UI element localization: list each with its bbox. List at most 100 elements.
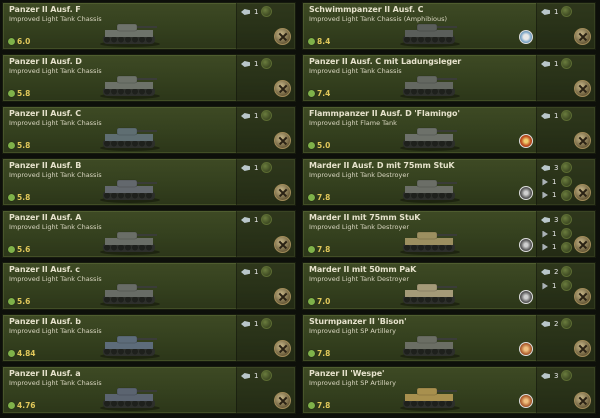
crossed-guns-icon[interactable] — [574, 28, 591, 45]
production-cost-icon — [308, 246, 315, 253]
crossed-guns-icon[interactable] — [574, 288, 591, 305]
production-cost: 7.8 — [308, 193, 330, 202]
unit-chassis: Improved Light Tank Chassis — [9, 15, 102, 23]
unit-card[interactable]: Panzer II Ausf. D Improved Light Tank Ch… — [2, 54, 296, 102]
tank-illustration — [395, 69, 465, 101]
production-cost-icon — [8, 194, 15, 201]
crossed-guns-icon[interactable] — [274, 28, 291, 45]
unit-name: Panzer II 'Wespe' — [309, 369, 385, 378]
production-cost-icon — [308, 142, 315, 149]
tank-image — [400, 231, 460, 255]
unit-name: Panzer II Ausf. a — [9, 369, 81, 378]
unit-card[interactable]: Panzer II Ausf. c Improved Light Tank Ch… — [2, 262, 296, 310]
crossed-guns-icon[interactable] — [274, 392, 291, 409]
equipment-count: 1 — [552, 230, 557, 238]
equipment-count: 1 — [254, 268, 259, 276]
equipment-slot-indicator — [561, 162, 572, 173]
unit-name: Panzer II Ausf. F — [9, 5, 81, 14]
crossed-guns-icon[interactable] — [574, 340, 591, 357]
unit-name: Flammpanzer II Ausf. D 'Flamingo' — [309, 109, 460, 118]
tank-illustration — [95, 173, 165, 205]
unit-card[interactable]: Sturmpanzer II 'Bison' Improved Light SP… — [302, 314, 596, 362]
crossed-guns-icon[interactable] — [574, 392, 591, 409]
equipment-slot-indicator — [561, 280, 572, 291]
armor-icon — [541, 269, 550, 275]
tank-illustration — [395, 121, 465, 153]
production-cost-icon — [308, 90, 315, 97]
production-cost-icon — [8, 90, 15, 97]
production-cost-value: 7.8 — [317, 349, 331, 358]
crossed-guns-icon[interactable] — [274, 184, 291, 201]
equipment-slot-indicator — [261, 162, 272, 173]
armor-icon — [241, 9, 250, 15]
crossed-guns-icon[interactable] — [574, 80, 591, 97]
production-cost-icon — [308, 350, 315, 357]
crew-icon — [542, 243, 548, 251]
unit-card[interactable]: Schwimmpanzer II Ausf. C Improved Light … — [302, 2, 596, 50]
unit-card[interactable]: Panzer II Ausf. C Improved Light Tank Ch… — [2, 106, 296, 154]
unit-card-grid: Panzer II Ausf. F Improved Light Tank Ch… — [0, 0, 600, 418]
unit-card[interactable]: Marder II mit 50mm PaK Improved Light Ta… — [302, 262, 596, 310]
production-cost: 5.8 — [8, 193, 30, 202]
production-cost-icon — [308, 298, 315, 305]
crossed-guns-icon[interactable] — [274, 132, 291, 149]
unit-card[interactable]: Panzer II 'Wespe' Improved Light SP Arti… — [302, 366, 596, 414]
equipment-slot-indicator — [561, 110, 572, 121]
tank-illustration — [395, 17, 465, 49]
equipment-count: 3 — [554, 164, 559, 172]
crossed-guns-icon[interactable] — [274, 288, 291, 305]
tank-image — [400, 335, 460, 359]
tank-image — [100, 231, 160, 255]
unit-card[interactable]: Marder II mit 75mm StuK Improved Light T… — [302, 210, 596, 258]
unit-card[interactable]: Panzer II Ausf. b Improved Light Tank Ch… — [2, 314, 296, 362]
crossed-guns-icon[interactable] — [574, 236, 591, 253]
equipment-count: 1 — [254, 372, 259, 380]
unit-name: Panzer II Ausf. C mit Ladungsleger — [309, 57, 462, 66]
production-cost-value: 4.76 — [17, 401, 36, 410]
tank-illustration — [95, 277, 165, 309]
unit-card[interactable]: Flammpanzer II Ausf. D 'Flamingo' Improv… — [302, 106, 596, 154]
tank-illustration — [395, 277, 465, 309]
production-cost-icon — [308, 402, 315, 409]
unit-chassis: Improved Light Tank Chassis — [9, 171, 102, 179]
unit-chassis: Improved Light Tank Chassis — [9, 275, 102, 283]
equipment-count: 1 — [254, 164, 259, 172]
unit-card[interactable]: Panzer II Ausf. F Improved Light Tank Ch… — [2, 2, 296, 50]
production-cost-value: 7.8 — [317, 401, 331, 410]
crossed-guns-icon[interactable] — [274, 80, 291, 97]
tank-illustration — [95, 381, 165, 413]
equipment-count: 1 — [254, 60, 259, 68]
crossed-guns-icon[interactable] — [274, 340, 291, 357]
armor-icon — [541, 321, 550, 327]
armor-icon — [241, 321, 250, 327]
equipment-count: 1 — [554, 60, 559, 68]
equipment-count: 2 — [554, 320, 559, 328]
production-cost-value: 7.0 — [317, 297, 331, 306]
unit-name: Panzer II Ausf. B — [9, 161, 82, 170]
crossed-guns-icon[interactable] — [574, 184, 591, 201]
equipment-slot-indicator — [261, 110, 272, 121]
gun-icon — [542, 178, 548, 186]
production-cost-value: 5.6 — [17, 245, 31, 254]
tank-image — [100, 127, 160, 151]
production-cost: 5.8 — [8, 141, 30, 150]
production-cost-icon — [8, 350, 15, 357]
production-cost: 8.4 — [308, 37, 330, 46]
crossed-guns-icon[interactable] — [274, 236, 291, 253]
unit-card[interactable]: Marder II Ausf. D mit 75mm StuK Improved… — [302, 158, 596, 206]
production-cost-value: 6.0 — [17, 37, 31, 46]
gun-icon — [542, 282, 548, 290]
unit-card[interactable]: Panzer II Ausf. C mit Ladungsleger Impro… — [302, 54, 596, 102]
unit-chassis: Improved Light Flame Tank — [309, 119, 397, 127]
unit-card[interactable]: Panzer II Ausf. B Improved Light Tank Ch… — [2, 158, 296, 206]
tank-destroyer-icon — [519, 186, 533, 200]
unit-card[interactable]: Panzer II Ausf. A Improved Light Tank Ch… — [2, 210, 296, 258]
unit-card[interactable]: Panzer II Ausf. a Improved Light Tank Ch… — [2, 366, 296, 414]
equipment-count: 1 — [254, 112, 259, 120]
unit-name: Marder II Ausf. D mit 75mm StuK — [309, 161, 455, 170]
crossed-guns-icon[interactable] — [574, 132, 591, 149]
tank-illustration — [395, 381, 465, 413]
equipment-count: 1 — [552, 191, 557, 199]
production-cost-value: 8.4 — [317, 37, 331, 46]
production-cost-icon — [8, 402, 15, 409]
